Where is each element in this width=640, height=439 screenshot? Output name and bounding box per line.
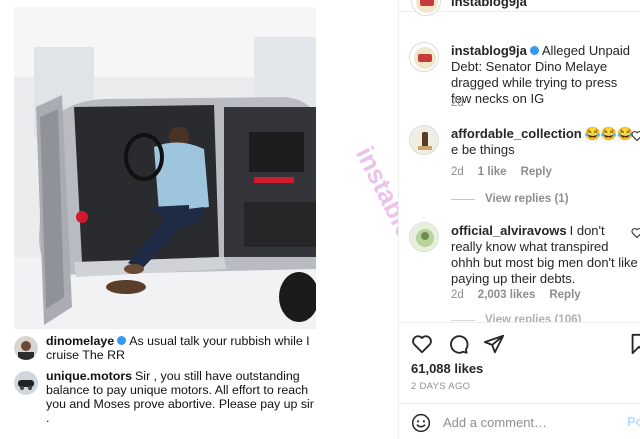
caption-text-block: dinomelaye As usual talk your rubbish whi… [46,334,316,362]
comment-meta: 2d 2,003 likes Reply [451,289,581,301]
header-username[interactable]: instablog9ja [451,0,527,9]
avatar[interactable] [409,42,439,72]
verified-badge-icon [529,46,539,55]
username[interactable]: official_alviravows [451,223,567,238]
divider [451,319,475,321]
post-time[interactable]: 2 DAYS AGO [411,381,470,392]
caption-row: dinomelaye As usual talk your rubbish whi… [14,334,316,362]
heart-icon[interactable] [411,333,433,355]
verified-badge-icon [117,336,127,345]
view-replies-button[interactable]: View replies (1) [451,193,569,205]
username: dinomelaye [46,334,115,348]
add-comment-bar: Post [399,403,640,439]
post-image[interactable]: instablog9ja dinomelaye As usual talk you… [0,0,398,439]
username: unique.motors [46,369,133,383]
emoji-icon[interactable] [411,413,431,433]
likes-count[interactable]: 61,088 likes [411,361,483,376]
timestamp[interactable]: 2d [451,97,464,109]
car-photo [14,7,316,329]
post-caption: instablog9ja Alleged Unpaid Debt: Senator… [409,42,639,112]
caption-row: unique.motors Sir , you still have outsta… [14,369,316,425]
image-caption: dinomelaye As usual talk your rubbish whi… [14,334,316,432]
caption-body: instablog9ja Alleged Unpaid Debt: Senator… [451,43,639,107]
timestamp[interactable]: 2d [451,166,464,178]
view-replies-label: View replies (1) [485,193,569,205]
like-comment-heart-icon[interactable] [631,130,640,142]
post-actions-section: 61,088 likes 2 DAYS AGO Post [399,322,640,438]
like-comment-heart-icon[interactable] [631,227,640,239]
comment-meta: 2d 1 like Reply [451,166,552,178]
username[interactable]: affordable_collection [451,126,582,141]
car-illustration [14,7,316,329]
avatar[interactable] [409,222,439,252]
like-count[interactable]: 2,003 likes [478,289,536,301]
reply-button[interactable]: Reply [521,166,552,178]
comment-body: official_alviravows I don't really know w… [451,223,639,287]
timestamp[interactable]: 2d [451,289,464,301]
divider [451,198,475,200]
comments-sidebar: instablog9ja instablog9ja Alleged Unpaid … [398,0,640,439]
comment-input[interactable] [443,412,613,432]
avatar [14,371,38,395]
comment-item: official_alviravows I don't really know w… [409,222,640,312]
post-button[interactable]: Post [627,414,640,429]
username[interactable]: instablog9ja [451,43,527,58]
avatar[interactable] [411,0,441,16]
post-header: instablog9ja [399,0,640,16]
action-buttons [411,333,505,355]
like-count[interactable]: 1 like [478,166,507,178]
reply-button[interactable]: Reply [549,289,580,301]
avatar [14,336,38,360]
bookmark-icon[interactable] [629,333,640,355]
share-icon[interactable] [483,333,505,355]
comment-icon[interactable] [447,333,469,355]
comment-body: affordable_collection 😂😂😂e be things [451,126,639,158]
avatar[interactable] [409,125,439,155]
caption-text-block: unique.motors Sir , you still have outsta… [46,369,316,425]
caption-meta: 2d [451,97,464,109]
